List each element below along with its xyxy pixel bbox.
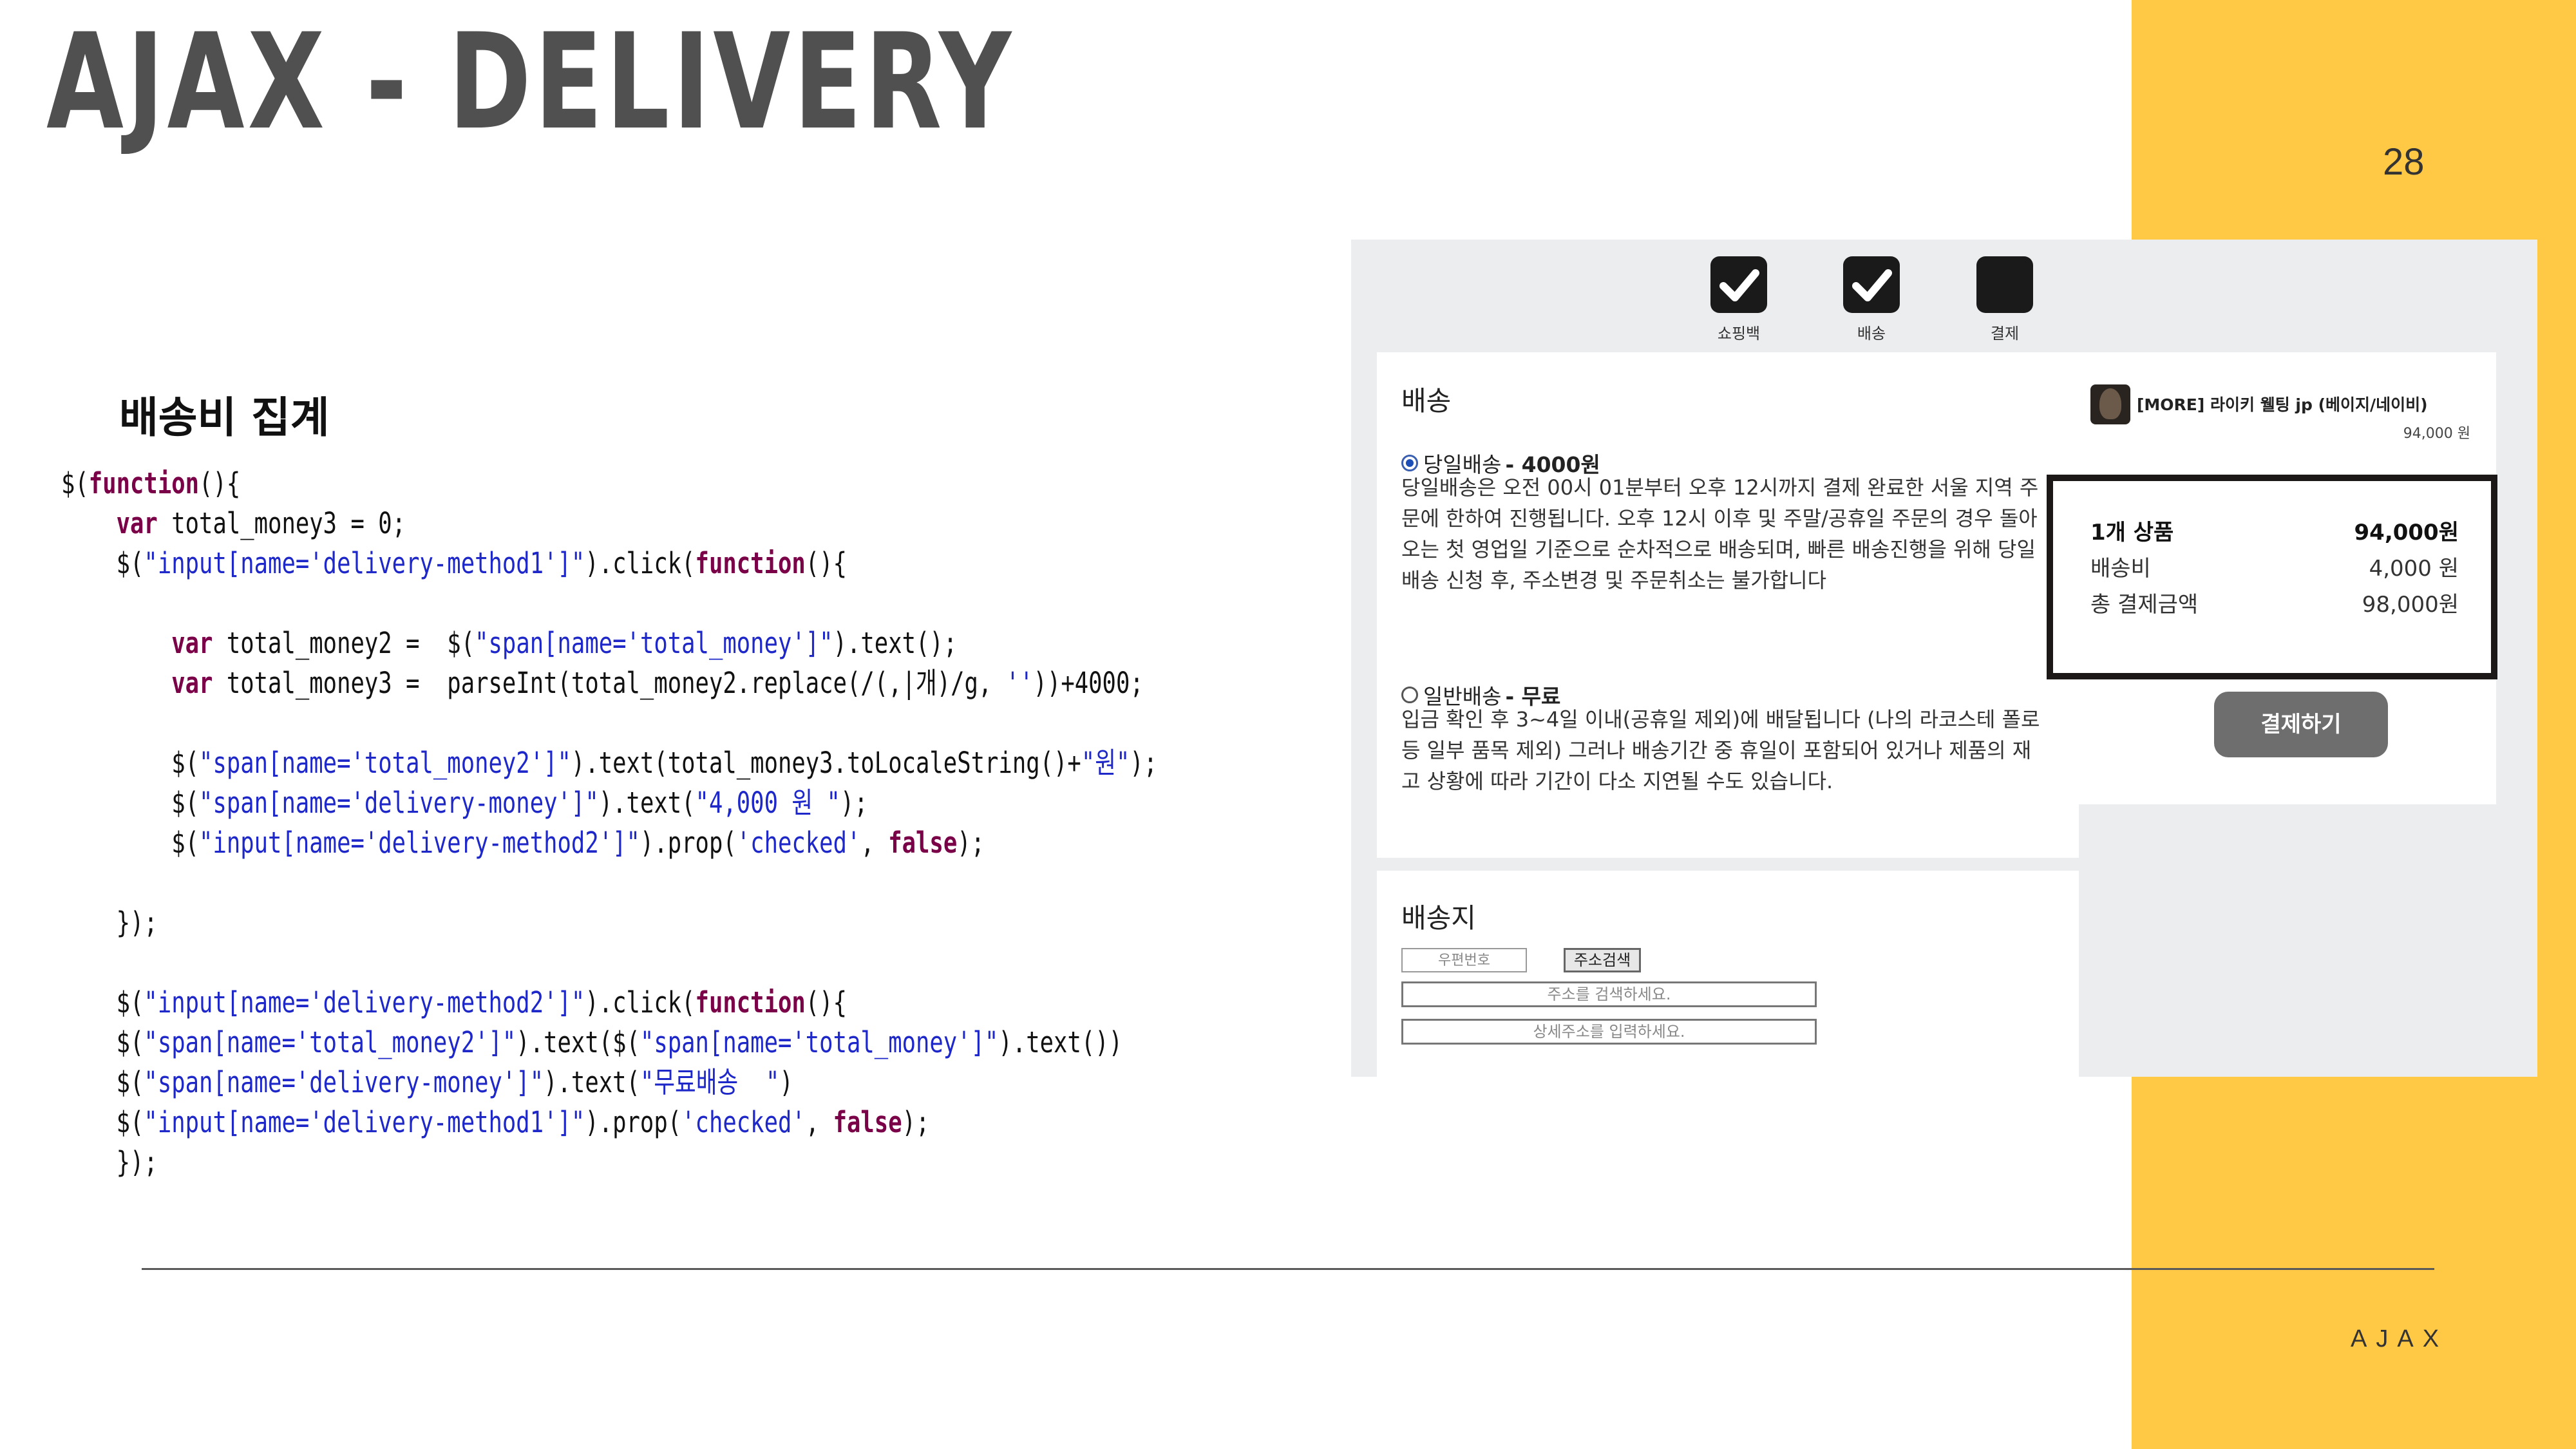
code-line: $("span[name='delivery-money']").text("4…	[61, 786, 868, 820]
address-field[interactable]: 주소를 검색하세요.	[1401, 981, 1817, 1007]
step-label: 쇼핑백	[1717, 325, 1761, 343]
footer-divider	[142, 1268, 2434, 1270]
address-panel: 배송지 우편번호 주소검색 주소를 검색하세요. 상세주소를 입력하세요.	[1377, 871, 2079, 1077]
code-line: $("span[name='total_money2']").text($("s…	[61, 1025, 1123, 1059]
step-shopping-bag[interactable]: 쇼핑백	[1700, 256, 1777, 343]
step-delivery[interactable]: 배송	[1833, 256, 1910, 343]
shop-screenshot: 쇼핑백 배송 결제 배송 당일배송 - 4000원 당일배송은 오전 00시 0…	[1351, 240, 2537, 1077]
code-line: var total_money3 = 0;	[116, 506, 406, 540]
delivery-panel: 배송 당일배송 - 4000원 당일배송은 오전 00시 01분부터 오후 12…	[1377, 352, 2079, 858]
order-summary-box: 1개 상품 94,000원 배송비 4,000 원 총 결제금액 98,000원	[2047, 475, 2497, 679]
summary-items-value: 94,000원	[2354, 520, 2459, 545]
footer-label: AJAX	[2351, 1325, 2448, 1352]
code-line: });	[61, 905, 158, 940]
code-line: $("input[name='delivery-method2']").clic…	[61, 985, 847, 1019]
product-name: [MORE] 라이키 웰팅 jp (베이지/네이비)	[2137, 395, 2428, 414]
order-summary-panel: 1개 상품 94,000원 배송비 4,000 원 총 결제금액 98,000원…	[2047, 469, 2497, 804]
summary-shipping-label: 배송비	[2090, 556, 2151, 582]
postcode-field[interactable]: 우편번호	[1401, 948, 1527, 972]
checkbox-unchecked-icon	[1976, 256, 2033, 313]
step-payment[interactable]: 결제	[1966, 256, 2043, 343]
product-thumbnail	[2090, 384, 2130, 424]
summary-total-row: 총 결제금액 98,000원	[2090, 587, 2459, 618]
summary-shipping-row: 배송비 4,000 원	[2090, 551, 2459, 582]
summary-items-row: 1개 상품 94,000원	[2090, 515, 2459, 546]
code-line: var total_money2 = $("span[name='total_m…	[171, 626, 958, 660]
pay-button[interactable]: 결제하기	[2214, 692, 2388, 757]
address-detail-field[interactable]: 상세주소를 입력하세요.	[1401, 1019, 1817, 1045]
checkbox-checked-icon	[1843, 256, 1900, 313]
option-description: 입금 확인 후 3~4일 이내(공휴일 제외)에 배달됩니다 (나의 라코스테 …	[1401, 707, 2040, 793]
radio-unselected-icon[interactable]	[1401, 687, 1418, 703]
summary-items-label: 1개 상품	[2090, 520, 2174, 545]
code-line: $("input[name='delivery-method1']").clic…	[61, 546, 847, 580]
section-heading: 배송비 집계	[119, 393, 330, 442]
step-label: 배송	[1857, 325, 1886, 343]
summary-total-label: 총 결제금액	[2090, 592, 2199, 618]
product-price: 94,000 원	[2403, 426, 2470, 442]
delivery-heading: 배송	[1401, 385, 1452, 417]
address-search-button[interactable]: 주소검색	[1564, 948, 1641, 972]
code-line: var total_money3 = parseInt(total_money2…	[171, 666, 1144, 700]
option-description: 당일배송은 오전 00시 01분부터 오후 12시까지 결제 완료한 서울 지역…	[1401, 475, 2039, 592]
slide-title: AJAX - DELIVERY	[46, 6, 1015, 159]
address-heading: 배송지	[1401, 902, 1476, 934]
code-line: });	[61, 1145, 158, 1179]
checkbox-checked-icon	[1710, 256, 1767, 313]
code-line: $("span[name='delivery-money']").text("무…	[61, 1065, 793, 1099]
code-block: $(function(){ var total_money3 = 0; $("i…	[61, 464, 1157, 1182]
code-line: $("input[name='delivery-method2']").prop…	[61, 826, 985, 860]
summary-total-value: 98,000원	[2362, 592, 2459, 618]
step-label: 결제	[1990, 325, 2020, 343]
code-line: $("input[name='delivery-method1']").prop…	[61, 1105, 930, 1139]
code-line: $("span[name='total_money2']").text(tota…	[61, 746, 1158, 780]
radio-selected-icon[interactable]	[1401, 455, 1418, 471]
page-number: 28	[2383, 141, 2425, 183]
code-line: $(function(){	[61, 466, 241, 500]
summary-shipping-value: 4,000 원	[2369, 556, 2459, 582]
product-panel: [MORE] 라이키 웰팅 jp (베이지/네이비) 94,000 원	[2065, 352, 2496, 469]
